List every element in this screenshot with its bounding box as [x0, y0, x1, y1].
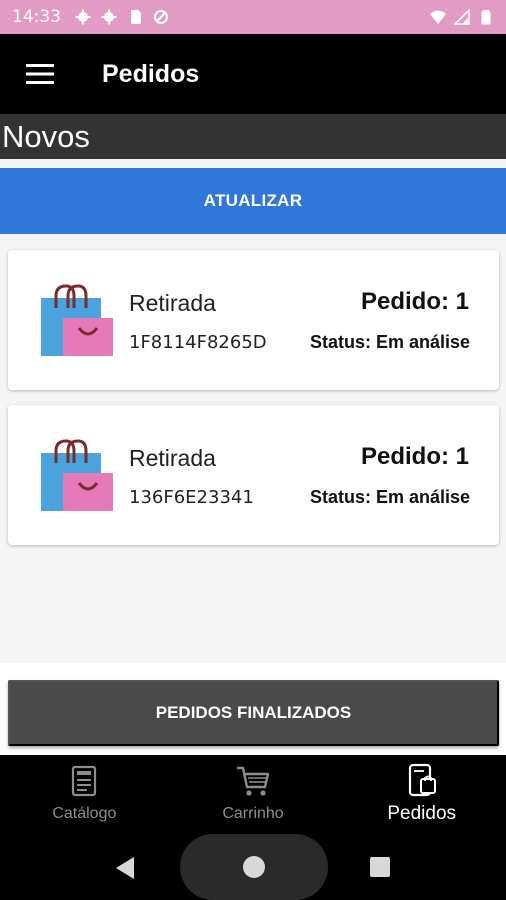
app-bar: Pedidos — [0, 34, 506, 114]
order-number: Pedido: 1 — [360, 443, 469, 470]
signal-icon — [454, 9, 470, 25]
finished-orders-button[interactable]: PEDIDOS FINALIZADOS — [8, 680, 499, 746]
status-time: 14:33 — [12, 7, 61, 27]
cart-icon — [237, 766, 270, 796]
bottom-nav: Catálogo Carrinho Pedidos — [0, 755, 506, 833]
gear-icon — [101, 9, 117, 25]
menu-card-icon — [72, 765, 97, 797]
hamburger-icon — [26, 64, 54, 84]
system-nav-bar — [0, 833, 506, 900]
order-card[interactable]: Retirada 136F6E23341 Pedido: 1 Status: E… — [8, 405, 499, 545]
order-code: 1F8114F8265D — [129, 332, 267, 353]
gear-icon — [75, 9, 91, 25]
app-title: Pedidos — [102, 59, 200, 88]
status-bar: 14:33 — [0, 0, 506, 34]
order-number: Pedido: 1 — [360, 288, 469, 315]
order-card[interactable]: Retirada 1F8114F8265D Pedido: 1 Status: … — [8, 250, 499, 390]
nav-label-catalogo: Catálogo — [52, 805, 117, 822]
order-type: Retirada — [129, 290, 216, 316]
sd-card-icon — [131, 10, 141, 24]
order-status: Status: Em análise — [309, 332, 470, 352]
order-type: Retirada — [129, 445, 216, 471]
nav-item-catalogo[interactable]: Catálogo — [0, 755, 169, 833]
menu-button[interactable] — [14, 48, 66, 100]
home-button[interactable] — [243, 856, 265, 878]
no-sync-icon — [154, 10, 168, 24]
orders-icon — [408, 763, 436, 797]
orders-list: Retirada 1F8114F8265D Pedido: 1 Status: … — [0, 240, 506, 663]
nav-item-pedidos[interactable]: Pedidos — [337, 755, 506, 833]
refresh-button[interactable]: ATUALIZAR — [0, 168, 506, 234]
wifi-icon — [430, 10, 446, 24]
order-status: Status: Em análise — [309, 487, 470, 507]
section-title: Novos — [0, 114, 506, 159]
nav-label-pedidos: Pedidos — [387, 803, 457, 824]
recents-button[interactable] — [370, 857, 390, 877]
nav-item-carrinho[interactable]: Carrinho — [169, 755, 338, 833]
shopping-bag-icon — [41, 284, 113, 356]
battery-icon — [481, 10, 491, 25]
order-code: 136F6E23341 — [129, 487, 254, 508]
shopping-bag-icon — [41, 439, 113, 511]
back-icon[interactable] — [112, 855, 138, 881]
nav-label-carrinho: Carrinho — [222, 805, 284, 822]
